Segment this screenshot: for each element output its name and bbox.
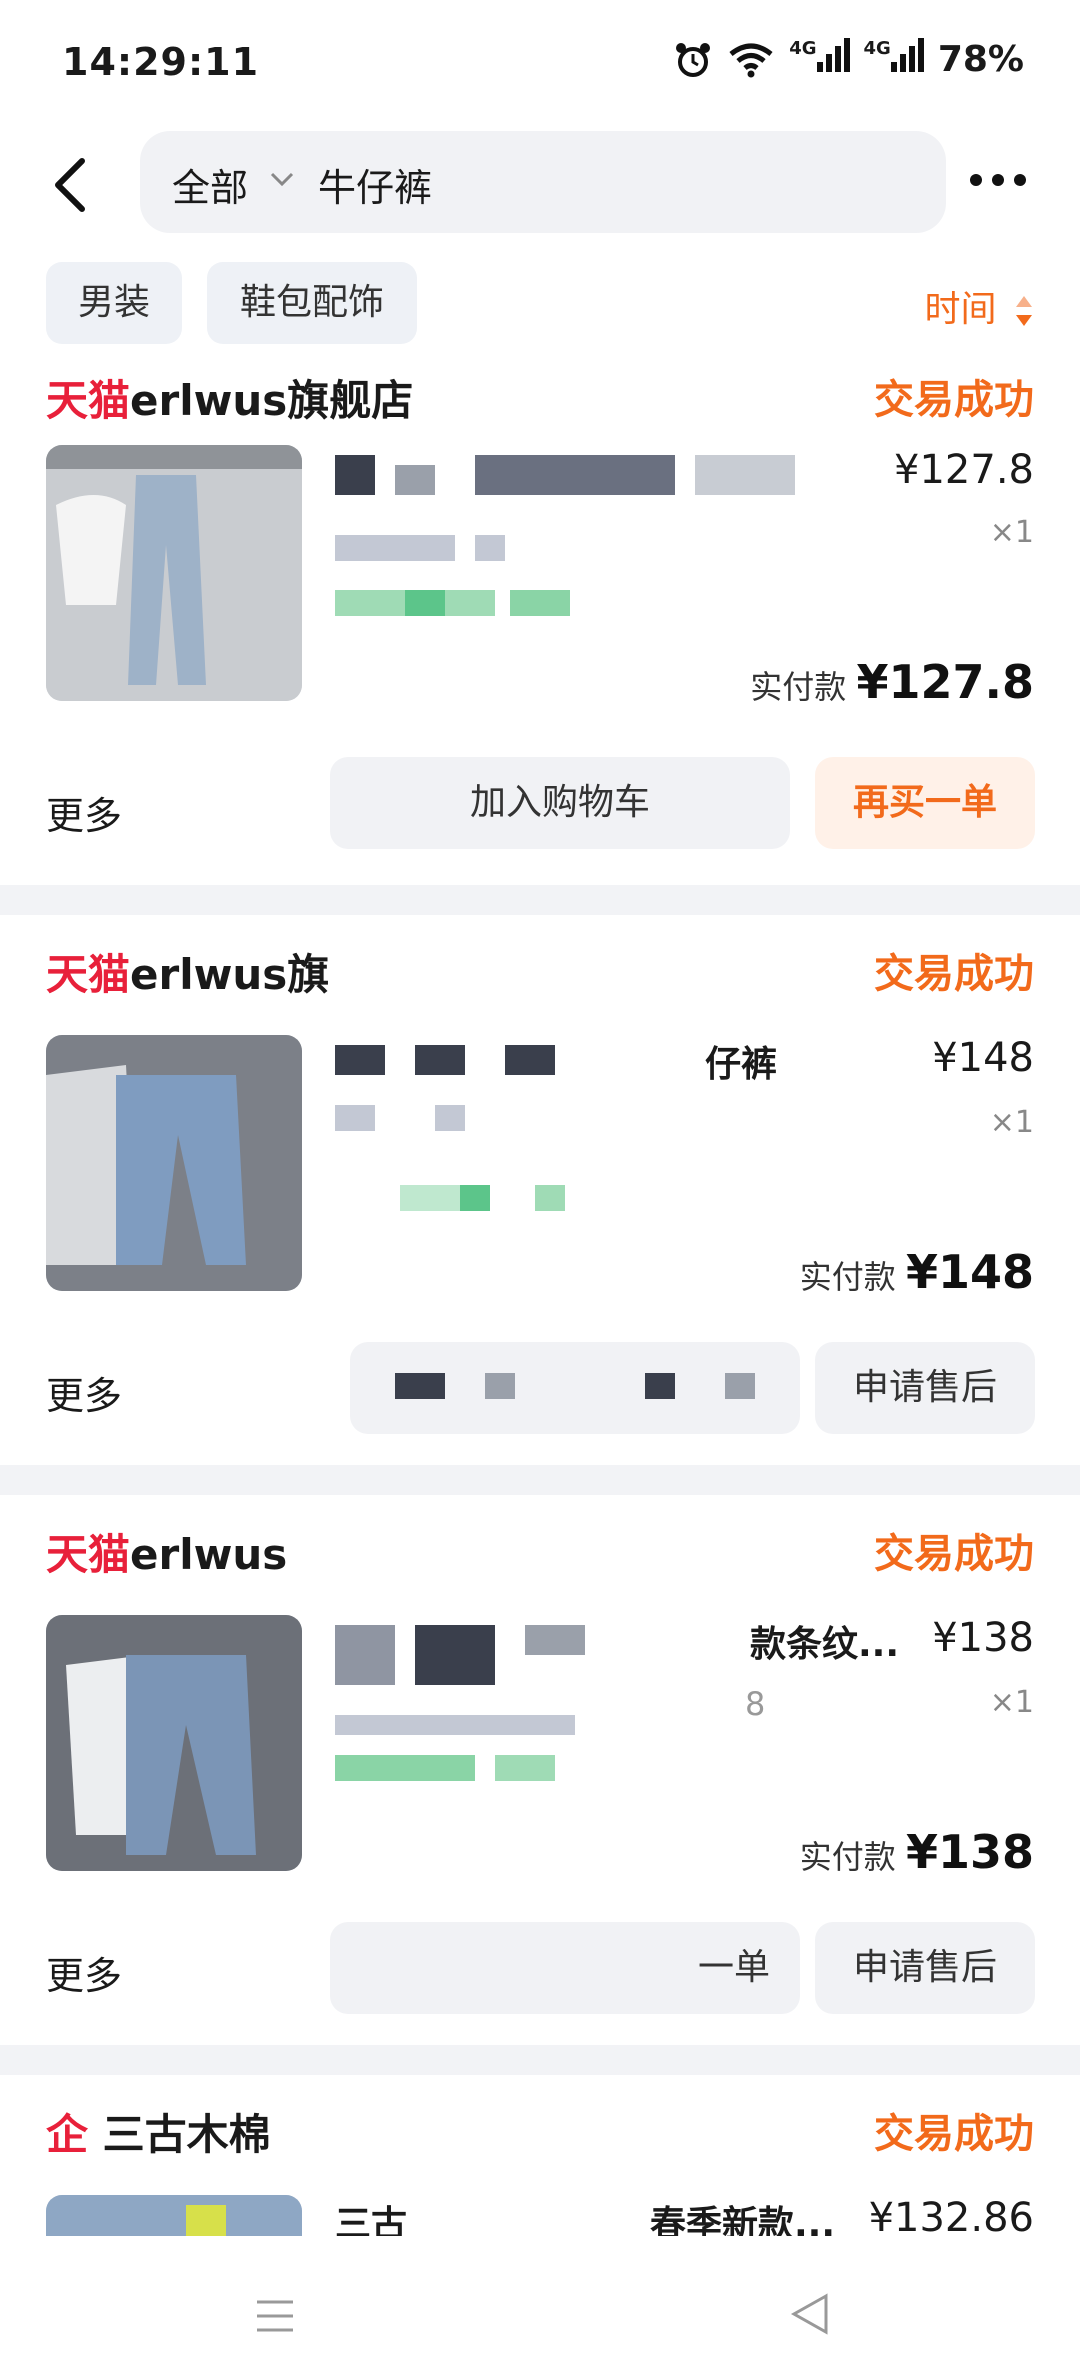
order-card[interactable]: 天猫erlwus旗舰店 交易成功 ¥127.8 ×1 实付款 ¥127.8 更多… <box>0 355 1080 885</box>
request-after-sales-button[interactable]: 申请售后 <box>815 1922 1035 2014</box>
chevron-down-icon[interactable] <box>268 169 296 189</box>
paid-amount: 实付款 ¥148 <box>800 1245 1034 1299</box>
item-price: ¥127.8 <box>894 447 1034 493</box>
blurred-title <box>335 1045 715 1159</box>
wifi-icon <box>729 43 773 77</box>
item-quantity: ×1 <box>989 1105 1034 1140</box>
sort-label: 时间 <box>924 289 997 330</box>
alarm-icon <box>676 42 711 77</box>
buy-again-button[interactable]: 再买一单 <box>815 757 1035 849</box>
status-bar: 14:29:11 4G 4G 78% <box>0 0 1080 120</box>
shop-label: erlwus旗舰店 <box>130 376 414 425</box>
buy-again-button[interactable]: 一单 <box>330 1922 800 2014</box>
shop-name[interactable]: 企 三古木棉 <box>46 2101 271 2162</box>
shop-name[interactable]: 天猫erlwus旗舰店 <box>46 367 413 428</box>
blurred-tags <box>335 590 575 624</box>
blurred-action-button[interactable] <box>350 1342 800 1434</box>
paid-value: ¥138 <box>905 1825 1034 1879</box>
back-arrow-icon[interactable] <box>48 155 92 215</box>
shop-label: erlwus <box>130 1530 288 1579</box>
item-price: ¥132.86 <box>868 2195 1034 2241</box>
paid-label: 实付款 <box>799 1258 896 1296</box>
order-status: 交易成功 <box>874 377 1034 423</box>
status-time: 14:29:11 <box>62 40 260 84</box>
shop-logo: 企 <box>46 2110 89 2159</box>
signal-1: 4G <box>789 38 850 81</box>
shop-name[interactable]: 天猫erlwus <box>46 1521 287 1582</box>
order-card[interactable]: 天猫erlwus 交易成功 款条纹... 8 ¥138 ×1 实付款 ¥138 … <box>0 1495 1080 2045</box>
jeans-photo <box>46 1615 302 1871</box>
signal-bars-icon <box>890 38 924 72</box>
more-actions[interactable]: 更多 <box>46 1945 122 2000</box>
signal-2: 4G <box>864 38 924 81</box>
shop-label: 三古木棉 <box>102 2110 271 2159</box>
shop-label: erlwus旗 <box>130 950 330 999</box>
add-to-cart-button[interactable]: 加入购物车 <box>330 757 790 849</box>
order-status: 交易成功 <box>874 1531 1034 1577</box>
sort-by-time[interactable]: 时间 <box>925 280 1034 332</box>
search-bar[interactable]: 全部 牛仔裤 <box>140 131 946 233</box>
buy-again-label: 一单 <box>697 1947 770 1988</box>
search-keyword[interactable]: 牛仔裤 <box>318 157 432 212</box>
menu-icon[interactable] <box>255 2296 295 2336</box>
item-quantity: ×1 <box>989 515 1034 550</box>
signal-bars-icon <box>816 38 850 72</box>
paid-label: 实付款 <box>750 668 847 706</box>
order-status: 交易成功 <box>874 951 1034 997</box>
paid-value: ¥148 <box>905 1245 1034 1299</box>
product-image[interactable] <box>46 1035 302 1291</box>
blurred-tags <box>335 1755 575 1789</box>
item-quantity: ×1 <box>989 1685 1034 1720</box>
paid-amount: 实付款 ¥127.8 <box>750 655 1034 709</box>
item-price: ¥148 <box>932 1035 1034 1081</box>
item-price: ¥138 <box>932 1615 1034 1661</box>
status-icons: 4G 4G 78% <box>673 38 1024 81</box>
network-type-1: 4G <box>789 38 817 59</box>
back-triangle-icon[interactable] <box>790 2292 830 2336</box>
blurred-title <box>335 1625 735 1741</box>
system-nav-bar <box>0 2236 1080 2376</box>
tmall-logo: 天猫 <box>46 1530 131 1579</box>
request-after-sales-button[interactable]: 申请售后 <box>815 1342 1035 1434</box>
top-bar: 14:29:11 4G 4G 78% 全部 牛仔裤 男装 鞋包配饰 时间 <box>0 0 1080 355</box>
blurred-label <box>395 1373 755 1399</box>
jeans-photo <box>46 1035 302 1291</box>
blurred-title <box>335 455 895 579</box>
network-type-2: 4G <box>863 38 891 59</box>
jeans-photo <box>46 445 302 701</box>
sort-arrows-icon <box>1016 296 1032 326</box>
paid-value: ¥127.8 <box>856 655 1034 709</box>
item-spec: 8 <box>745 1685 766 1723</box>
tmall-logo: 天猫 <box>46 376 131 425</box>
tmall-logo: 天猫 <box>46 950 131 999</box>
product-image[interactable] <box>46 445 302 701</box>
more-actions[interactable]: 更多 <box>46 1365 122 1420</box>
battery-level: 78% <box>937 39 1024 80</box>
order-card[interactable]: 天猫erlwus旗 交易成功 仔裤 ¥148 ×1 实付款 ¥148 更多 申请… <box>0 915 1080 1465</box>
order-status: 交易成功 <box>874 2111 1034 2157</box>
paid-label: 实付款 <box>799 1838 896 1876</box>
search-scope[interactable]: 全部 <box>172 157 248 212</box>
more-options-icon[interactable] <box>968 170 1028 190</box>
item-title[interactable]: 款条纹... <box>750 1615 950 1669</box>
paid-amount: 实付款 ¥138 <box>800 1825 1034 1879</box>
blurred-tags <box>400 1185 580 1219</box>
more-actions[interactable]: 更多 <box>46 785 122 840</box>
product-image[interactable] <box>46 1615 302 1871</box>
filter-chip-menswear[interactable]: 男装 <box>46 262 182 344</box>
shop-name[interactable]: 天猫erlwus旗 <box>46 941 329 1002</box>
item-title[interactable]: 仔裤 <box>705 1035 905 1089</box>
filter-chip-accessories[interactable]: 鞋包配饰 <box>207 262 417 344</box>
